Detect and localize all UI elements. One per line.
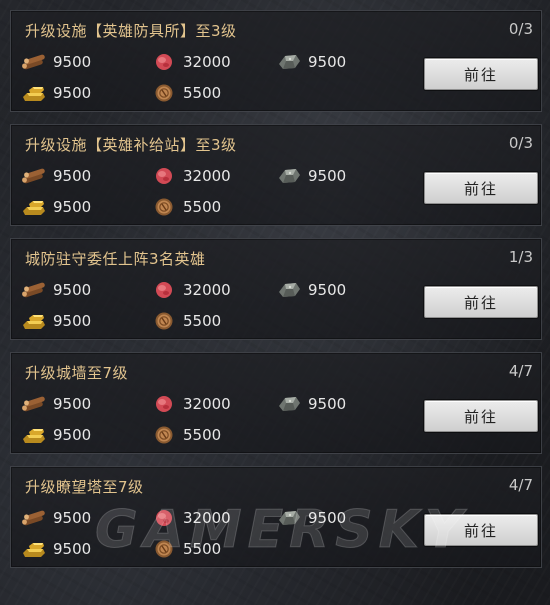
quest-card: 升级设施【英雄补给站】至3级 0/3 9500 32000 9500 9500 …	[10, 124, 542, 226]
gold-bars-icon	[21, 539, 47, 559]
wood-logs-icon	[21, 280, 47, 300]
quest-title: 升级城墙至7级	[25, 364, 129, 382]
wood-logs-icon	[21, 508, 47, 528]
meat-icon	[151, 52, 177, 72]
reward-stone: 9500	[276, 393, 346, 415]
goto-button[interactable]: 前往	[424, 286, 538, 318]
coin-icon	[151, 539, 177, 559]
quest-progress: 1/3	[508, 248, 533, 266]
goto-button[interactable]: 前往	[424, 400, 538, 432]
reward-coin: 5500	[151, 538, 221, 560]
reward-wood: 9500	[21, 279, 91, 301]
coin-icon	[151, 197, 177, 217]
reward-meat: 32000	[151, 393, 231, 415]
quest-title: 城防驻守委任上阵3名英雄	[25, 250, 206, 268]
quest-title: 升级设施【英雄补给站】至3级	[25, 136, 237, 154]
reward-meat: 32000	[151, 165, 231, 187]
quest-progress: 0/3	[508, 134, 533, 152]
reward-gold: 9500	[21, 538, 91, 560]
gold-bars-icon	[21, 83, 47, 103]
stone-ore-icon	[276, 52, 302, 72]
quest-progress: 0/3	[508, 20, 533, 38]
reward-stone: 9500	[276, 507, 346, 529]
goto-button[interactable]: 前往	[424, 514, 538, 546]
reward-wood: 9500	[21, 393, 91, 415]
reward-coin: 5500	[151, 82, 221, 104]
reward-stone: 9500	[276, 165, 346, 187]
coin-icon	[151, 311, 177, 331]
meat-icon	[151, 166, 177, 186]
goto-button[interactable]: 前往	[424, 172, 538, 204]
reward-gold: 9500	[21, 424, 91, 446]
coin-icon	[151, 425, 177, 445]
gold-bars-icon	[21, 197, 47, 217]
reward-gold: 9500	[21, 310, 91, 332]
reward-coin: 5500	[151, 424, 221, 446]
quest-title: 升级设施【英雄防具所】至3级	[25, 22, 237, 40]
wood-logs-icon	[21, 166, 47, 186]
quest-card: 城防驻守委任上阵3名英雄 1/3 9500 32000 9500 9500 55…	[10, 238, 542, 340]
reward-coin: 5500	[151, 196, 221, 218]
reward-wood: 9500	[21, 165, 91, 187]
meat-icon	[151, 280, 177, 300]
quest-title: 升级瞭望塔至7级	[25, 478, 144, 496]
reward-wood: 9500	[21, 507, 91, 529]
reward-stone: 9500	[276, 51, 346, 73]
quest-progress: 4/7	[508, 476, 533, 494]
reward-coin: 5500	[151, 310, 221, 332]
reward-wood: 9500	[21, 51, 91, 73]
reward-gold: 9500	[21, 196, 91, 218]
wood-logs-icon	[21, 52, 47, 72]
reward-meat: 32000	[151, 507, 231, 529]
quest-card: 升级瞭望塔至7级 4/7 9500 32000 9500 9500 5500 前…	[10, 466, 542, 568]
stone-ore-icon	[276, 394, 302, 414]
gold-bars-icon	[21, 311, 47, 331]
coin-icon	[151, 83, 177, 103]
meat-icon	[151, 508, 177, 528]
stone-ore-icon	[276, 166, 302, 186]
reward-stone: 9500	[276, 279, 346, 301]
reward-meat: 32000	[151, 279, 231, 301]
stone-ore-icon	[276, 280, 302, 300]
quest-progress: 4/7	[508, 362, 533, 380]
goto-button[interactable]: 前往	[424, 58, 538, 90]
wood-logs-icon	[21, 394, 47, 414]
meat-icon	[151, 394, 177, 414]
stone-ore-icon	[276, 508, 302, 528]
quest-card: 升级设施【英雄防具所】至3级 0/3 9500 32000 9500 9500 …	[10, 10, 542, 112]
reward-meat: 32000	[151, 51, 231, 73]
gold-bars-icon	[21, 425, 47, 445]
quest-card: 升级城墙至7级 4/7 9500 32000 9500 9500 5500 前往	[10, 352, 542, 454]
reward-gold: 9500	[21, 82, 91, 104]
